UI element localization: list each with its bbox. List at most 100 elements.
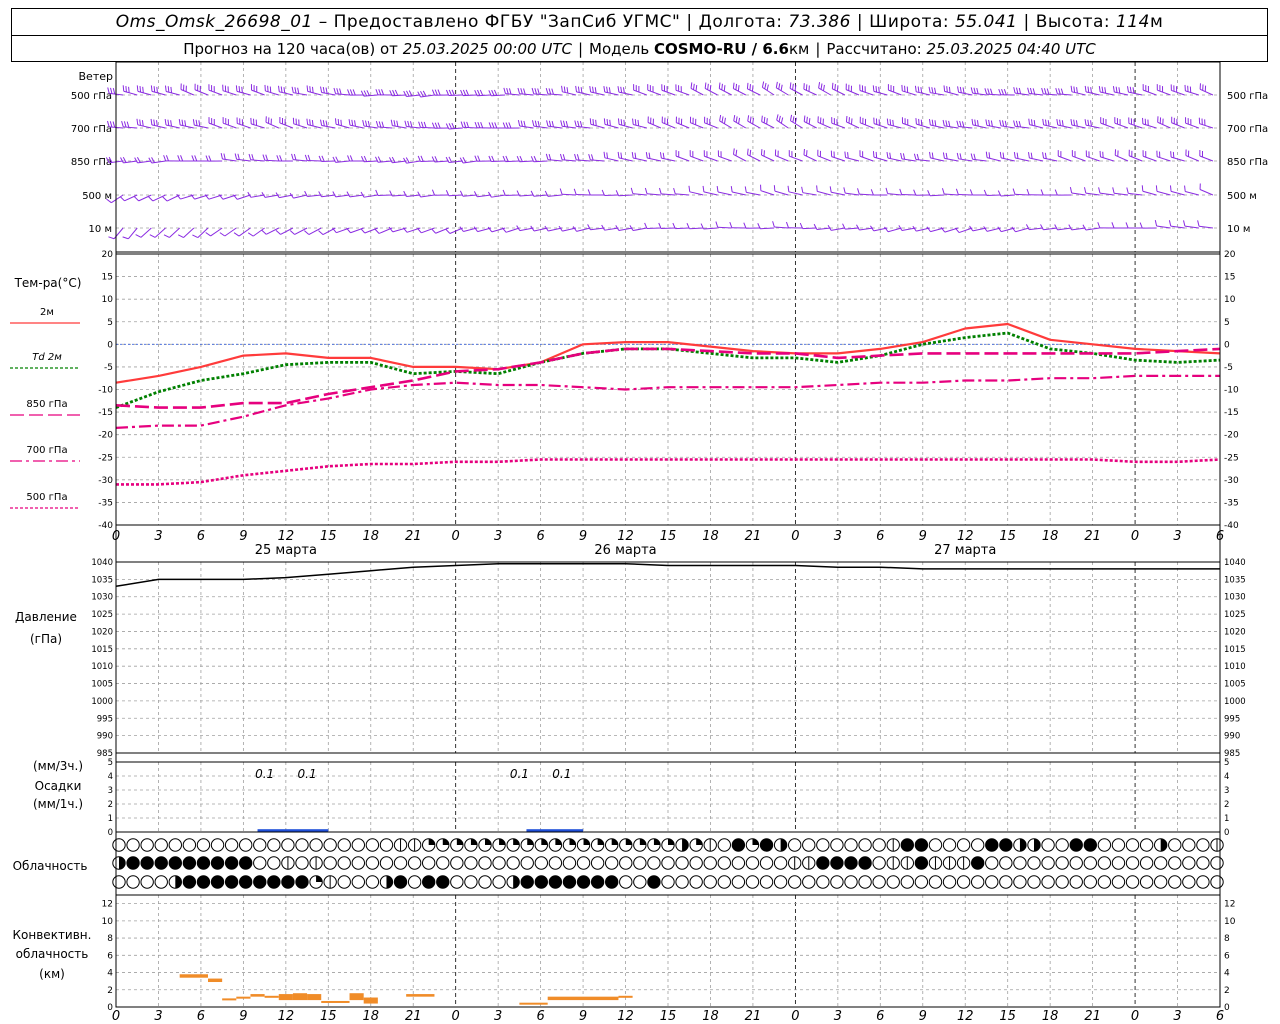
wind-barb (715, 221, 732, 229)
cloud-circle (182, 875, 197, 889)
wind-barb-feather (537, 120, 540, 127)
wind-barb (928, 118, 945, 129)
cloud-circle (281, 875, 295, 889)
wind-barb (631, 151, 647, 162)
cloud-cell (872, 838, 886, 852)
wind-barb-staff (633, 124, 647, 129)
temp-tick-label-right: -10 (1224, 386, 1239, 396)
wind-barb-feather (872, 85, 875, 92)
wind-barb-feather (309, 119, 311, 126)
cloud-cell (492, 838, 506, 852)
wind-barb (776, 114, 789, 129)
wind-barb-feather (1084, 85, 1087, 92)
cloud-cell (224, 875, 239, 889)
cloud-cell (253, 875, 267, 889)
wind-barb-feather (751, 85, 754, 92)
wind-barb-feather (948, 86, 951, 93)
wind-barb (544, 190, 562, 197)
wind-barb-feather (875, 86, 878, 93)
wind-barb-feather (1040, 189, 1044, 196)
wind-barb-feather (349, 89, 353, 96)
wind-barb (291, 86, 308, 96)
wind-barb-feather (929, 151, 931, 158)
wind-barb (901, 84, 916, 96)
wind-barb-staff (238, 227, 251, 237)
wind-barb-staff (845, 192, 860, 196)
cloud-cell (661, 838, 675, 852)
wind-barb-feather (420, 121, 424, 128)
wind-barb (1055, 88, 1072, 96)
wind-barb-feather (473, 226, 478, 232)
pressure-tick-label: 995 (97, 714, 113, 724)
cloud-circle (238, 838, 253, 852)
wind-barb (1171, 116, 1185, 129)
cloud-circle (154, 838, 168, 852)
cloud-circle (534, 856, 549, 870)
conv-bar (618, 995, 633, 998)
wind-barb-feather (325, 120, 328, 127)
conv-tick-label: 2 (107, 986, 113, 996)
cloud-cell (703, 856, 717, 870)
wind-barb-feather (945, 120, 948, 127)
wind-barb (559, 188, 577, 196)
wind-barb (220, 153, 237, 162)
pressure-tick-label-right: 1025 (1224, 610, 1246, 620)
wind-barb-staff (1142, 155, 1157, 162)
wind-barb-staff (972, 124, 987, 129)
wind-barb-feather (125, 85, 127, 93)
wind-barb (418, 121, 435, 129)
cloud-circle (337, 856, 351, 870)
cloud-circle (379, 838, 394, 852)
wind-barb (560, 120, 577, 129)
x-hour-label-bottom: 6 (876, 1009, 884, 1024)
wind-barb-feather (220, 153, 223, 160)
x-hour-label: 9 (579, 529, 587, 544)
wind-barb (747, 148, 761, 162)
wind-barb-feather (575, 85, 577, 92)
pressure-tick-label-right: 1020 (1224, 627, 1246, 637)
x-hour-label-bottom: 9 (919, 1009, 927, 1024)
x-hour-label-bottom: 18 (362, 1009, 379, 1024)
cloud-circle (830, 875, 844, 889)
wind-barb (942, 152, 959, 162)
wind-barb-staff (406, 125, 421, 129)
precip-tick-label-right: 4 (1224, 772, 1229, 782)
wind-barb-feather (265, 154, 269, 161)
x-hour-label-bottom: 6 (1216, 1009, 1224, 1024)
wind-barb-feather (630, 187, 634, 194)
precip-annotation: 0.1 (255, 767, 274, 781)
cloud-cell (295, 875, 309, 889)
temp-tick-label-right: 5 (1224, 318, 1230, 328)
cloud-cell (196, 875, 211, 889)
wind-barb (1111, 222, 1129, 229)
wind-barb-feather (587, 189, 591, 196)
cloud-cell (1069, 875, 1083, 889)
cloud-cell (224, 838, 239, 852)
wind-barb (941, 188, 959, 196)
cloud-circle (1168, 838, 1182, 852)
cloud-cell (210, 856, 225, 870)
wind-barb-feather (617, 86, 620, 93)
cloud-cell (154, 875, 168, 889)
cloud-circle (914, 875, 929, 889)
temp-tick-label-right: -25 (1224, 453, 1239, 463)
cloud-circle (351, 838, 366, 852)
wind-barb-feather (789, 82, 792, 89)
pressure-tick-label-right: 1005 (1224, 680, 1246, 690)
cloud-cell (478, 856, 492, 870)
wind-barb-feather (892, 119, 894, 126)
cloud-mark (175, 875, 182, 889)
wind-barb-feather (311, 119, 314, 127)
wind-barb-staff (675, 193, 690, 196)
wind-barb-feather (551, 120, 555, 128)
wind-barb-feather (134, 196, 140, 202)
wind-barb-staff (505, 227, 520, 233)
cloud-circle (126, 838, 140, 852)
cloud-circle (928, 838, 943, 852)
cloud-circle (393, 856, 408, 870)
cloud-circle (1097, 838, 1112, 852)
cloud-mark (639, 838, 647, 845)
cloud-circle (1196, 838, 1210, 852)
wind-barb-feather (434, 89, 438, 96)
wind-barb-feather (347, 89, 351, 96)
